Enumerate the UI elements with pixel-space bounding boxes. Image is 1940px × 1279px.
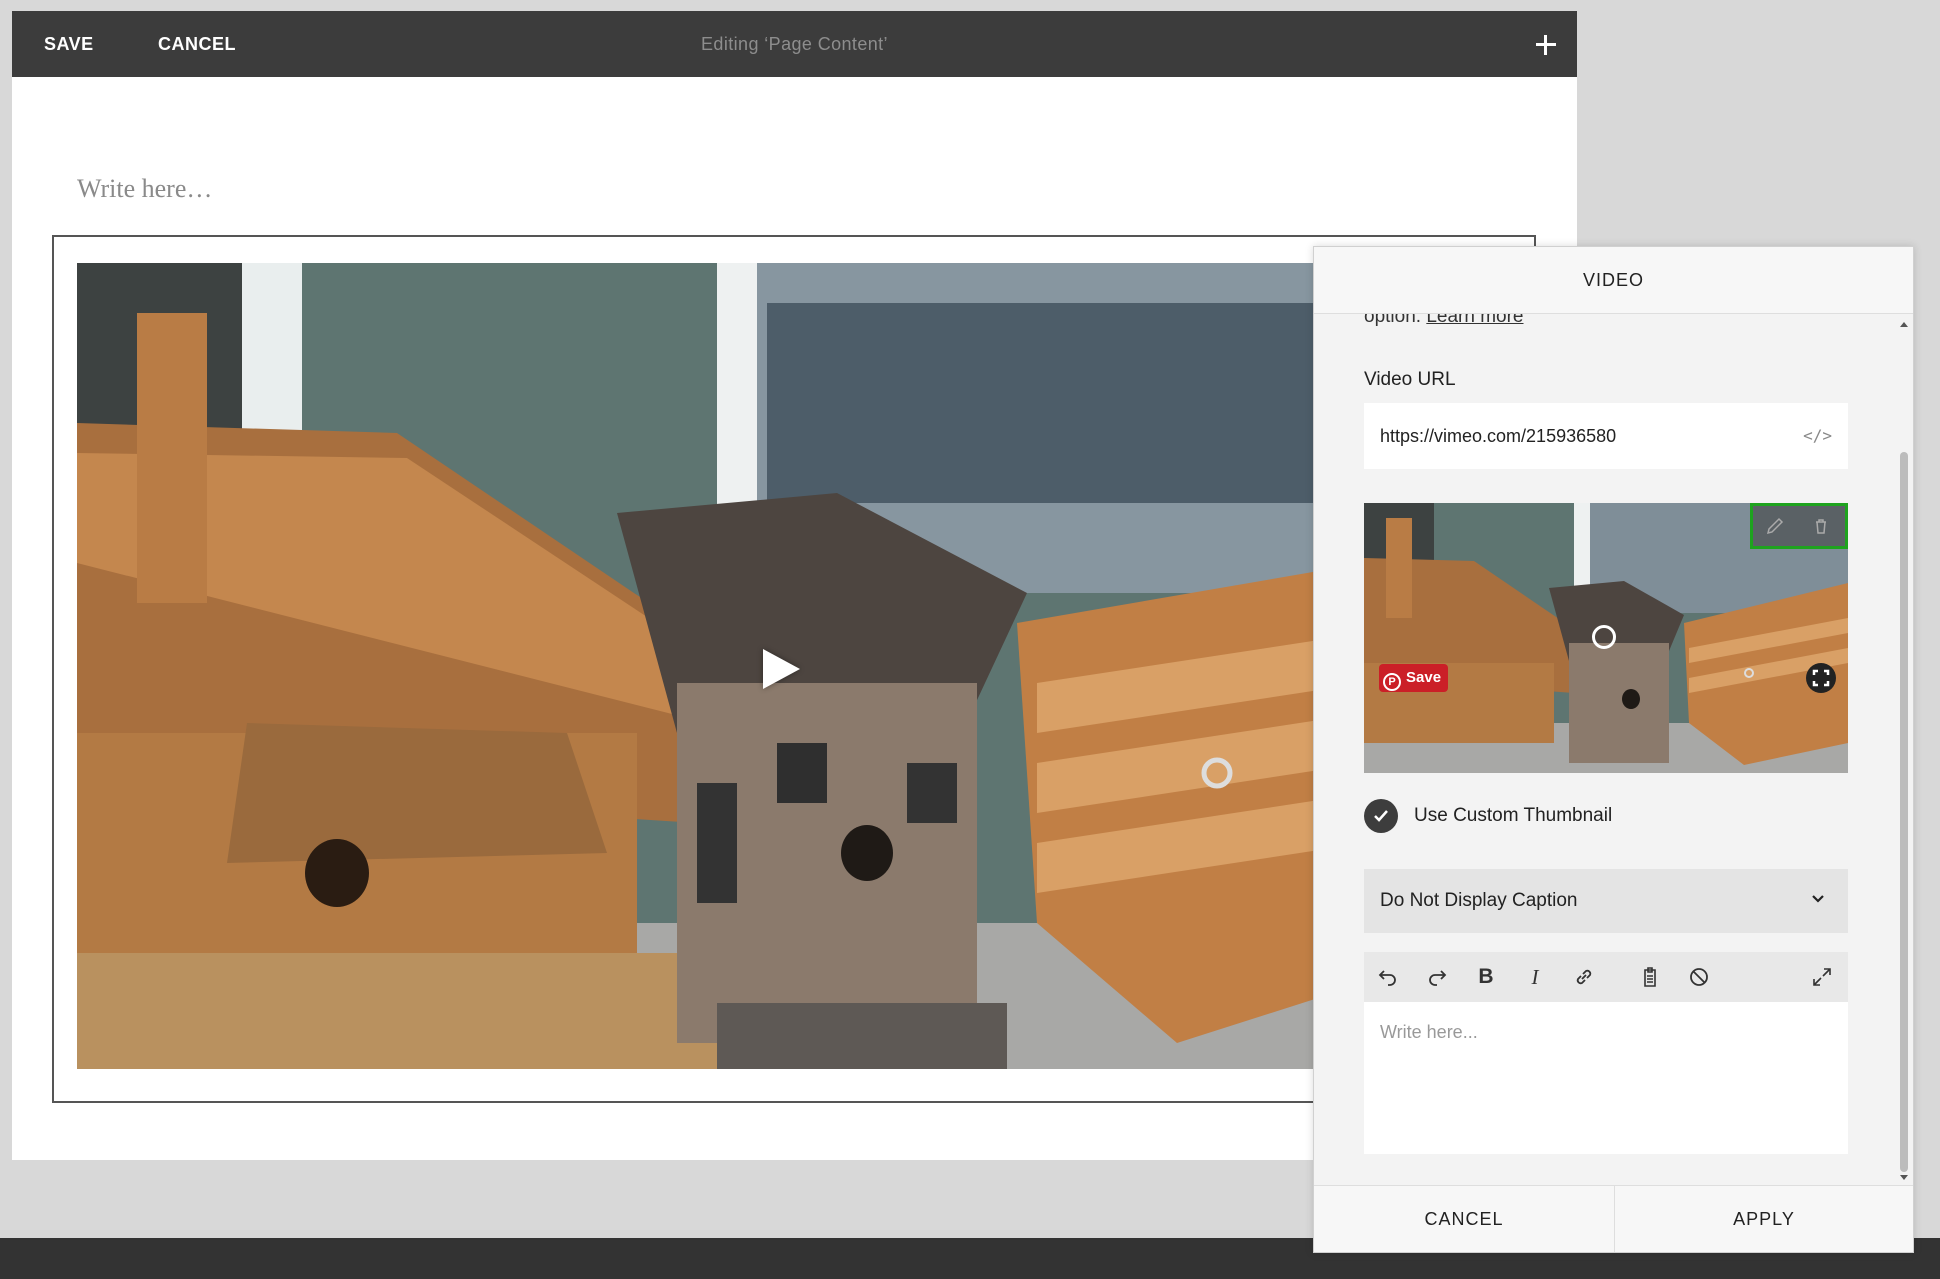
learn-more-link[interactable]: Learn more <box>1426 314 1523 327</box>
clipboard-paste-icon[interactable] <box>1638 965 1662 989</box>
plus-icon[interactable] <box>1529 28 1561 60</box>
undo-icon[interactable] <box>1376 965 1400 989</box>
caption-select-value: Do Not Display Caption <box>1380 890 1578 911</box>
pinterest-save-label: Save <box>1406 669 1442 686</box>
panel-cancel-button[interactable]: CANCEL <box>1314 1186 1615 1252</box>
editor-toolbar: SAVE CANCEL Editing ‘Page Content’ <box>12 11 1577 77</box>
bold-icon[interactable]: B <box>1474 965 1498 989</box>
caption-text-area[interactable]: Write here... <box>1364 1002 1848 1154</box>
fullscreen-expand-icon[interactable] <box>1810 965 1834 989</box>
video-url-input[interactable]: https://vimeo.com/215936580 </> <box>1364 403 1848 469</box>
redo-icon[interactable] <box>1425 965 1449 989</box>
video-url-label: Video URL <box>1364 369 1456 390</box>
panel-title: VIDEO <box>1314 247 1913 314</box>
intro-text: option. Learn more <box>1364 314 1524 328</box>
trash-icon[interactable] <box>1811 516 1831 536</box>
checkmark-icon[interactable] <box>1364 799 1398 833</box>
apply-button[interactable]: APPLY <box>1615 1186 1913 1252</box>
caption-editor-toolbar: B I <box>1364 952 1848 1002</box>
custom-thumbnail-preview: P Save <box>1364 503 1848 773</box>
pencil-edit-icon[interactable] <box>1765 516 1785 536</box>
panel-footer: CANCEL APPLY <box>1314 1185 1913 1252</box>
video-settings-panel: VIDEO option. Learn more Video URL https… <box>1313 246 1914 1253</box>
use-custom-thumbnail-label: Use Custom Thumbnail <box>1414 805 1613 826</box>
clear-format-icon[interactable] <box>1687 965 1711 989</box>
scrollbar-thumb[interactable] <box>1900 452 1908 1172</box>
scroll-up-arrow-icon[interactable] <box>1900 322 1908 327</box>
pinterest-icon: P <box>1383 673 1401 691</box>
intro-text-content: option. <box>1364 314 1422 327</box>
chevron-down-icon <box>1812 895 1824 903</box>
text-block-placeholder[interactable]: Write here… <box>77 174 212 204</box>
panel-body: option. Learn more Video URL https://vim… <box>1314 314 1913 1184</box>
video-url-value: https://vimeo.com/215936580 <box>1380 426 1617 446</box>
thumbnail-tools <box>1750 503 1848 549</box>
caption-display-select[interactable]: Do Not Display Caption <box>1364 869 1848 933</box>
birdhouse-scene-image <box>77 263 1365 1069</box>
video-thumbnail[interactable] <box>77 263 1365 1069</box>
link-icon[interactable] <box>1572 965 1596 989</box>
panel-scrollbar[interactable] <box>1897 314 1911 1184</box>
code-embed-icon[interactable]: </> <box>1803 403 1832 469</box>
pinterest-save-button[interactable]: P Save <box>1379 664 1449 692</box>
italic-icon[interactable]: I <box>1523 965 1547 989</box>
editing-title: Editing ‘Page Content’ <box>701 34 888 54</box>
scroll-down-arrow-icon[interactable] <box>1900 1175 1908 1180</box>
play-icon[interactable] <box>763 649 800 689</box>
focus-point-icon[interactable] <box>1806 663 1836 693</box>
loading-spinner-icon <box>1592 625 1616 649</box>
